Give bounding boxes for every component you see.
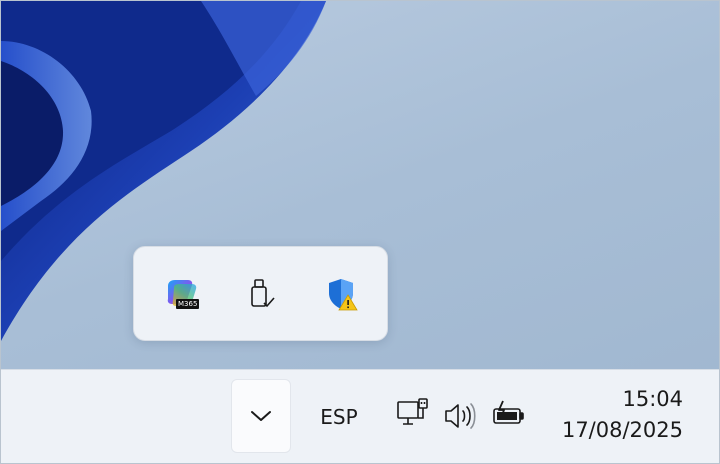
battery-charging-icon[interactable]: [491, 396, 527, 436]
chevron-down-icon: [251, 411, 271, 421]
taskbar: ESP 15:04 17/08/2025: [1, 369, 719, 463]
wired-network-icon[interactable]: [395, 396, 431, 436]
speaker-volume-icon[interactable]: [441, 396, 481, 436]
m365-badge: M365: [176, 299, 200, 309]
clock-time: 15:04: [622, 387, 683, 411]
desktop: M365 ESP 15:04 17/08/2025: [0, 0, 720, 464]
usb-safe-remove-icon[interactable]: [244, 276, 280, 312]
security-shield-warning-icon[interactable]: [324, 276, 360, 312]
clock-date: 17/08/2025: [561, 418, 683, 442]
tray-overflow-flyout: M365: [133, 246, 388, 341]
m365-copilot-icon[interactable]: M365: [164, 276, 200, 312]
clock[interactable]: 15:04 17/08/2025: [549, 384, 683, 450]
input-language-indicator[interactable]: ESP: [313, 402, 365, 432]
show-hidden-icons-button[interactable]: [231, 379, 291, 453]
